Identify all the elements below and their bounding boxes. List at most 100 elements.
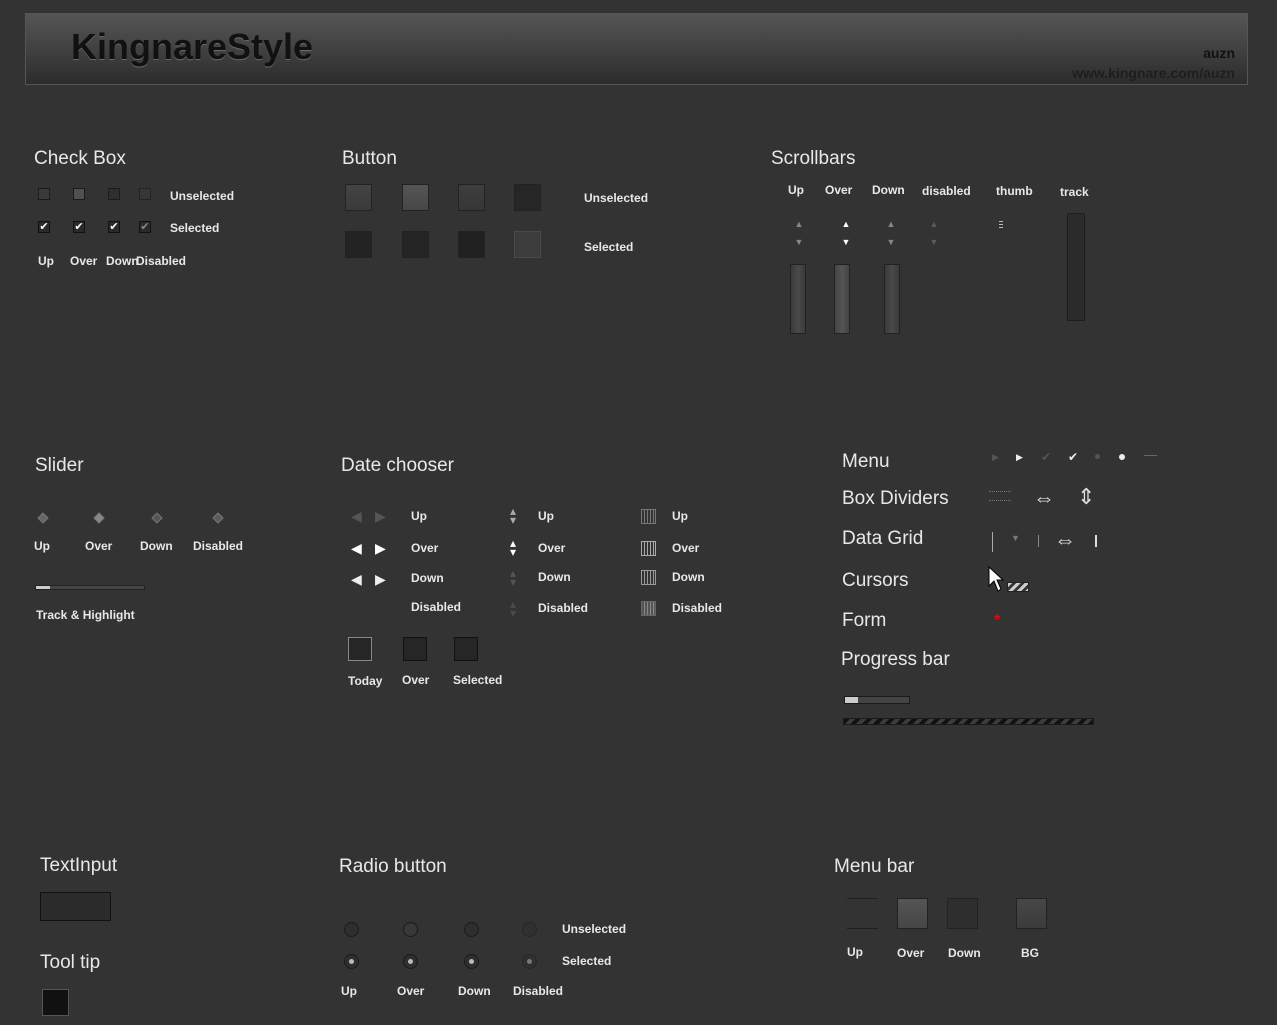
checkbox-selected-over[interactable]: ✔ bbox=[73, 221, 85, 233]
slider-track-label: Track & Highlight bbox=[36, 608, 135, 622]
button-selected-up[interactable] bbox=[345, 231, 372, 258]
button-unselected-up[interactable] bbox=[345, 184, 372, 211]
scroll-down-arrow-over-icon[interactable]: ▼ bbox=[840, 237, 852, 247]
scroll-up-arrow-down-icon[interactable]: ▲ bbox=[885, 219, 897, 229]
scroll-down-arrow-icon[interactable]: ▼ bbox=[793, 237, 805, 247]
prev-month-arrow-over-icon[interactable]: ◀ bbox=[351, 540, 362, 557]
column-separator-2 bbox=[1038, 535, 1039, 547]
menubar-item-down[interactable] bbox=[947, 898, 978, 929]
author-site-link[interactable]: www.kingnare.com/auzn bbox=[1072, 65, 1235, 81]
scroll-thumb-over[interactable] bbox=[834, 264, 850, 334]
button-unselected-label: Unselected bbox=[584, 191, 649, 205]
vertical-resize-cursor-icon: ⇕ bbox=[1077, 484, 1096, 509]
year-stepper-up-icon[interactable]: ▴ ▾ bbox=[510, 505, 516, 526]
menu-radio-icon bbox=[1119, 454, 1125, 460]
checkbox-unselected-label: Unselected bbox=[170, 189, 235, 203]
checkbox-selected-disabled: ✔ bbox=[139, 221, 151, 233]
button-unselected-down[interactable] bbox=[458, 184, 485, 211]
next-month-arrow-up-icon[interactable]: ▶ bbox=[375, 508, 386, 525]
prev-month-arrow-up-icon[interactable]: ◀ bbox=[351, 508, 362, 525]
busy-cursor-icon bbox=[1007, 582, 1029, 592]
checkbox-selected-up[interactable]: ✔ bbox=[38, 221, 50, 233]
button-unselected-over[interactable] bbox=[402, 184, 429, 211]
slider-state-over: Over bbox=[85, 539, 113, 553]
radio-selected-up[interactable] bbox=[344, 954, 359, 969]
scroll-down-arrow-down-icon[interactable]: ▼ bbox=[885, 237, 897, 247]
submenu-arrow-icon: ▶ bbox=[1016, 452, 1023, 462]
button-selected-over[interactable] bbox=[402, 231, 429, 258]
year-stepper-over-icon[interactable]: ▴ ▾ bbox=[510, 537, 516, 558]
scrollbar-state-thumb: thumb bbox=[996, 184, 1033, 198]
day-cell-today[interactable] bbox=[348, 637, 372, 661]
day-cell-selected[interactable] bbox=[454, 637, 478, 661]
year-stepper-down-icon[interactable]: ▴ ▾ bbox=[510, 567, 516, 588]
progress-bar-title: Progress bar bbox=[841, 649, 950, 670]
author-name: auzn bbox=[1203, 45, 1235, 61]
menubar-item-over[interactable] bbox=[897, 898, 928, 929]
radio-unselected-label: Unselected bbox=[562, 922, 627, 936]
radio-selected-label: Selected bbox=[562, 954, 612, 968]
button-unselected-disabled[interactable] bbox=[514, 184, 541, 211]
text-input-field[interactable] bbox=[40, 892, 111, 921]
scroll-up-arrow-over-icon[interactable]: ▲ bbox=[840, 219, 852, 229]
scroll-down-arrow-disabled-icon: ▼ bbox=[929, 237, 939, 247]
checkbox-unselected-up[interactable] bbox=[38, 188, 50, 200]
dc-calendar-state-up: Up bbox=[672, 509, 688, 523]
button-section-title: Button bbox=[342, 148, 397, 169]
data-grid-title: Data Grid bbox=[842, 528, 924, 549]
button-selected-disabled[interactable] bbox=[514, 231, 541, 258]
cursors-title: Cursors bbox=[842, 570, 909, 591]
radio-unselected-down[interactable] bbox=[464, 922, 479, 937]
scroll-thumb-grip-icon[interactable] bbox=[999, 221, 1003, 228]
radio-unselected-over[interactable] bbox=[403, 922, 418, 937]
radio-state-over: Over bbox=[397, 984, 425, 998]
menu-check-disabled-icon: ✔ bbox=[1041, 450, 1052, 464]
sort-arrow-icon[interactable]: ▼ bbox=[1011, 533, 1020, 543]
divider-handle-icon[interactable] bbox=[989, 491, 1011, 501]
checkbox-unselected-over[interactable] bbox=[73, 188, 85, 200]
scroll-up-arrow-disabled-icon: ▲ bbox=[929, 219, 939, 229]
slider-state-disabled: Disabled bbox=[193, 539, 244, 553]
radio-selected-down[interactable] bbox=[464, 954, 479, 969]
day-cell-over-label: Over bbox=[402, 673, 430, 687]
radio-section-title: Radio button bbox=[339, 856, 447, 877]
next-month-arrow-over-icon[interactable]: ▶ bbox=[375, 540, 386, 557]
calendar-down-icon[interactable] bbox=[641, 570, 656, 585]
progress-bar-fill bbox=[845, 697, 858, 703]
menu-radio-disabled-icon bbox=[1095, 454, 1100, 459]
scroll-up-arrow-icon[interactable]: ▲ bbox=[793, 219, 805, 229]
calendar-over-icon[interactable] bbox=[641, 541, 656, 556]
scroll-track[interactable] bbox=[1067, 213, 1085, 321]
checkbox-state-over: Over bbox=[70, 254, 98, 268]
radio-selected-disabled bbox=[522, 954, 537, 969]
year-stepper-disabled-icon: ▴ ▾ bbox=[510, 597, 517, 620]
day-cell-over[interactable] bbox=[403, 637, 427, 661]
slider-highlight bbox=[36, 586, 50, 589]
menubar-section-title: Menu bar bbox=[834, 856, 915, 877]
checkbox-state-up: Up bbox=[38, 254, 54, 268]
scroll-thumb-down[interactable] bbox=[884, 264, 900, 334]
day-cell-selected-label: Selected bbox=[453, 673, 503, 687]
scrollbar-state-track: track bbox=[1060, 185, 1089, 199]
calendar-up-icon[interactable] bbox=[641, 509, 656, 524]
dc-arrows-state-up: Up bbox=[411, 509, 427, 523]
menubar-item-up[interactable] bbox=[847, 898, 878, 929]
scrollbar-state-over: Over bbox=[825, 183, 853, 197]
slider-track[interactable] bbox=[35, 585, 145, 590]
dc-calendar-state-over: Over bbox=[672, 541, 700, 555]
menubar-state-up: Up bbox=[847, 945, 863, 959]
slider-thumb-up[interactable] bbox=[37, 512, 49, 524]
radio-selected-over[interactable] bbox=[403, 954, 418, 969]
checkbox-unselected-down[interactable] bbox=[108, 188, 120, 200]
slider-thumb-over[interactable] bbox=[93, 512, 105, 524]
slider-thumb-down[interactable] bbox=[151, 512, 163, 524]
menubar-background bbox=[1016, 898, 1047, 929]
menubar-state-down: Down bbox=[948, 946, 981, 960]
scroll-thumb-up[interactable] bbox=[790, 264, 806, 334]
prev-month-arrow-down-icon[interactable]: ◀ bbox=[351, 571, 362, 588]
next-month-arrow-down-icon[interactable]: ▶ bbox=[375, 571, 386, 588]
radio-unselected-up[interactable] bbox=[344, 922, 359, 937]
button-selected-down[interactable] bbox=[458, 231, 485, 258]
checkbox-selected-down[interactable]: ✔ bbox=[108, 221, 120, 233]
form-title: Form bbox=[842, 610, 887, 631]
